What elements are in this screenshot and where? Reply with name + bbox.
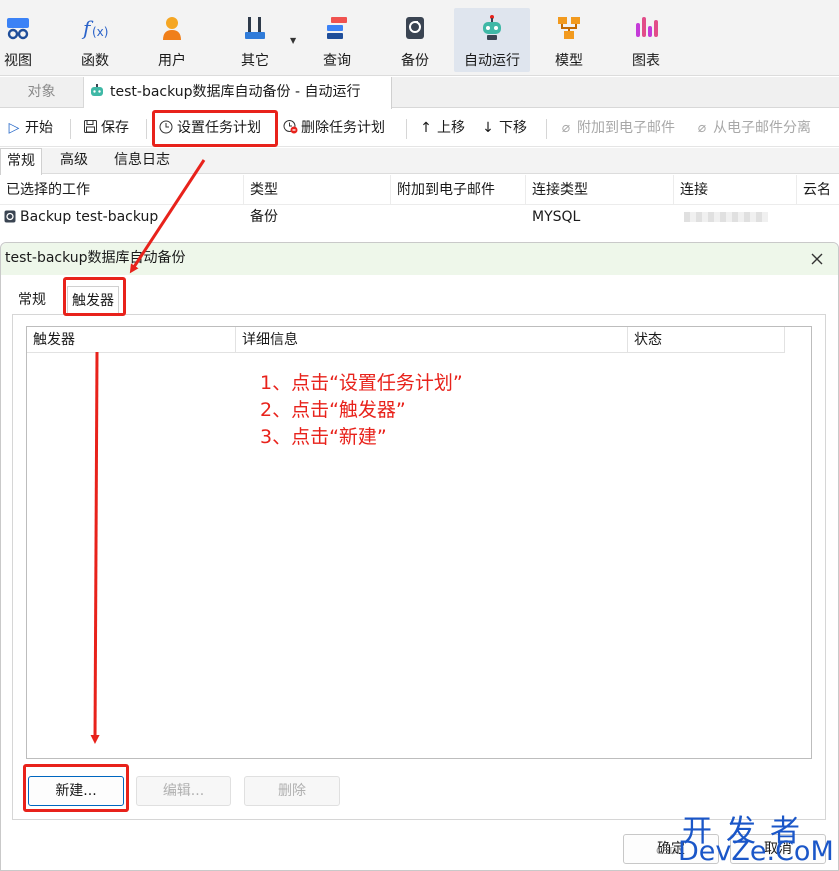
jobs-table-header: 已选择的工作 类型 附加到电子邮件 连接类型 连接 云名 [0, 175, 839, 205]
backup-icon [4, 210, 16, 223]
move-down-button[interactable]: ↓ 下移 [480, 109, 527, 147]
ribbon-user-label: 用户 [158, 53, 186, 69]
ribbon-model-button[interactable]: 模型 [534, 8, 604, 72]
job-name: Backup test-backup [20, 209, 159, 225]
move-up-label: 上移 [437, 120, 465, 136]
column-header-connection[interactable]: 连接 [674, 175, 797, 205]
ribbon-other-button[interactable]: 其它 [220, 8, 290, 72]
job-cell: Backup test-backup [0, 205, 244, 229]
job-type: 备份 [250, 209, 278, 225]
function-icon: f (x) [81, 16, 108, 40]
robot-icon [91, 84, 103, 96]
subtab-advanced[interactable]: 高级 [54, 148, 94, 174]
arrow-down-icon: ↓ [482, 120, 494, 136]
annotation-step-1: 1、点击“设置任务计划” [260, 372, 463, 394]
tools-icon [245, 17, 265, 39]
start-label: 开始 [25, 120, 53, 136]
edit-trigger-button[interactable]: 编辑... [136, 776, 231, 806]
paperclip-icon: ⌀ [561, 120, 571, 136]
svg-text:(x): (x) [92, 25, 108, 39]
tab-objects[interactable]: 对象 [0, 77, 84, 108]
move-down-label: 下移 [499, 120, 527, 136]
column-header-attach-email[interactable]: 附加到电子邮件 [391, 175, 526, 205]
detach-email-label: 从电子邮件分离 [713, 120, 811, 136]
ribbon-view-label: 视图 [4, 53, 32, 69]
save-icon [82, 109, 98, 147]
arrow-up-icon: ↑ [420, 120, 432, 136]
attach-email-button[interactable]: ⌀ 附加到电子邮件 [558, 109, 675, 147]
annotation-step-2: 2、点击“触发器” [260, 399, 406, 421]
model-icon [558, 17, 580, 39]
subtab-message-log[interactable]: 信息日志 [108, 148, 176, 174]
job-toolbar: ▷ 开始 保存 设置任务计划 删除任务计划 ↑ 上移 ↓ 下移 ⌀ 附加到电子邮件 ⌀ 从… [0, 109, 839, 147]
column-header-status[interactable]: 状态 [628, 327, 785, 353]
save-button[interactable]: 保存 [82, 109, 129, 147]
job-subtab-bar: 常规 高级 信息日志 [0, 148, 839, 175]
toolbar-separator [546, 119, 547, 139]
detach-email-button[interactable]: ⌀ 从电子邮件分离 [694, 109, 811, 147]
dialog-tab-general[interactable]: 常规 [14, 286, 50, 314]
redacted-connection [684, 212, 768, 222]
robot-icon [483, 15, 501, 40]
job-connection-type: MYSQL [532, 209, 581, 225]
ribbon-function-label: 函数 [81, 53, 109, 69]
ribbon-toolbar: 视图 f (x) 函数 用户 其它 ▼ 查询 备份 自动运行 模型 图表 [0, 0, 839, 76]
ribbon-automation-label: 自动运行 [464, 53, 520, 69]
toolbar-separator [146, 119, 147, 139]
highlight-new-button [23, 764, 129, 812]
table-row[interactable]: Backup test-backup 备份 MYSQL [0, 205, 839, 229]
ribbon-other-dropdown-icon[interactable]: ▼ [290, 36, 296, 45]
play-icon: ▷ [8, 120, 20, 136]
ribbon-automation-button[interactable]: 自动运行 [454, 8, 530, 72]
query-icon [327, 17, 347, 39]
ribbon-query-label: 查询 [323, 53, 351, 69]
ribbon-chart-button[interactable]: 图表 [611, 8, 681, 72]
view-icon [7, 18, 29, 40]
highlight-triggers-tab [63, 277, 126, 316]
chart-icon [636, 17, 658, 37]
column-header-details[interactable]: 详细信息 [236, 327, 628, 353]
move-up-button[interactable]: ↑ 上移 [418, 109, 465, 147]
annotation-step-3: 3、点击“新建” [260, 426, 387, 448]
backup-icon [406, 17, 424, 39]
dialog-title: test-backup数据库自动备份 [1, 243, 838, 275]
column-header-trigger[interactable]: 触发器 [27, 327, 236, 353]
watermark-en: DevZe.CoM [678, 836, 834, 867]
column-header-type[interactable]: 类型 [244, 175, 391, 205]
column-header-cloud-name[interactable]: 云名 [797, 175, 839, 205]
ribbon-other-label: 其它 [241, 53, 269, 69]
ribbon-chart-label: 图表 [632, 53, 660, 69]
delete-trigger-button[interactable]: 删除 [244, 776, 340, 806]
close-icon[interactable] [807, 249, 827, 269]
toolbar-separator [406, 119, 407, 139]
toolbar-separator [70, 119, 71, 139]
tab-automation-job-label: test-backup数据库自动备份 - 自动运行 [110, 84, 361, 100]
ribbon-user-button[interactable]: 用户 [137, 8, 207, 72]
attach-email-label: 附加到电子邮件 [577, 120, 675, 136]
ribbon-view-button[interactable]: 视图 [0, 8, 53, 72]
start-button[interactable]: ▷ 开始 [6, 109, 53, 147]
column-header-connection-type[interactable]: 连接类型 [526, 175, 674, 205]
clock-delete-icon [282, 109, 298, 147]
tab-automation-job[interactable]: test-backup数据库自动备份 - 自动运行 [84, 77, 392, 109]
ribbon-function-button[interactable]: f (x) 函数 [60, 8, 130, 72]
delete-schedule-button[interactable]: 删除任务计划 [282, 109, 385, 147]
ribbon-backup-button[interactable]: 备份 [380, 8, 450, 72]
save-label: 保存 [101, 120, 129, 136]
user-icon [163, 17, 181, 40]
ribbon-query-button[interactable]: 查询 [302, 8, 372, 72]
ribbon-model-label: 模型 [555, 53, 583, 69]
subtab-general[interactable]: 常规 [0, 148, 42, 175]
document-tab-bar: 对象 test-backup数据库自动备份 - 自动运行 [0, 77, 839, 109]
ribbon-backup-label: 备份 [401, 53, 429, 69]
highlight-set-schedule [152, 110, 278, 147]
paperclip-remove-icon: ⌀ [697, 120, 707, 136]
delete-schedule-label: 删除任务计划 [301, 120, 385, 136]
column-header-selected-job[interactable]: 已选择的工作 [0, 175, 244, 205]
